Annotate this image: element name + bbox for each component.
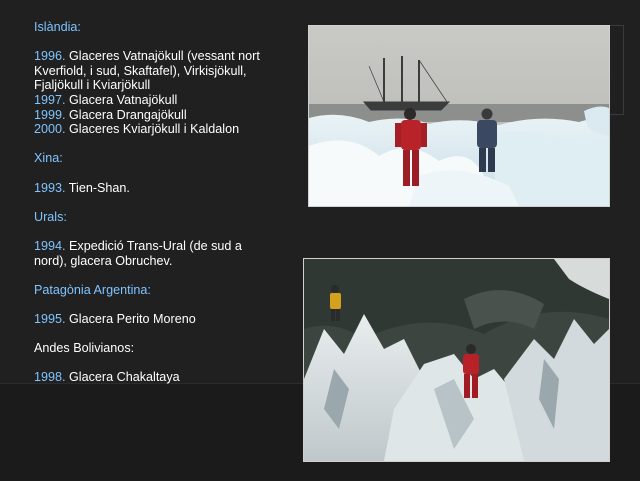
- entry-year: 2000.: [34, 122, 66, 137]
- entry-text: Glacera Chakaltaya: [69, 370, 180, 385]
- entry-islandia-1999: 1999. Glacera Drangajökull: [34, 108, 296, 123]
- entry-year: 1996.: [34, 49, 66, 64]
- entry-text: Glaceres Kviarjökull i Kaldalon: [69, 122, 240, 137]
- entry-islandia-1996: 1996. Glaceres Vatnajökull (vessant nort…: [34, 49, 296, 93]
- entry-urals-1994: 1994. Expedició Trans-Ural (de sud a nor…: [34, 239, 272, 268]
- entry-islandia-1997: 1997. Glacera Vatnajökull: [34, 93, 296, 108]
- entry-patagonia-1995: 1995. Glacera Perito Moreno: [34, 312, 296, 327]
- entry-year: 1997.: [34, 92, 66, 107]
- entry-year: 1998.: [34, 370, 66, 385]
- entry-year: 1995.: [34, 311, 66, 326]
- heading-andes: Andes Bolivianos:: [34, 341, 135, 356]
- entry-text: Glacera Vatnajökull: [69, 92, 178, 107]
- frame-edge: [609, 25, 624, 115]
- entry-text: Glacera Drangajökull: [69, 107, 187, 122]
- entry-xina-1993: 1993. Tien-Shan.: [34, 181, 296, 196]
- entry-text: Expedició Trans-Ural (de sud a nord), gl…: [34, 238, 242, 268]
- entry-text: Glacera Perito Moreno: [69, 311, 196, 326]
- entry-text: Glaceres Vatnajökull (vessant nort Kverf…: [34, 49, 260, 93]
- expedition-list: Islàndia: 1996. Glaceres Vatnajökull (ve…: [34, 20, 296, 385]
- heading-urals: Urals:: [34, 209, 67, 224]
- entry-text: Tien-Shan.: [68, 180, 130, 195]
- heading-patagonia: Patagònia Argentina:: [34, 282, 151, 297]
- entry-year: 1999.: [34, 107, 66, 122]
- heading-xina: Xina:: [34, 151, 63, 166]
- heading-islandia: Islàndia:: [34, 20, 81, 34]
- entry-andes-1998: 1998. Glacera Chakaltaya: [34, 370, 296, 385]
- photo-glacier-climbers: [303, 258, 610, 462]
- photo-sea-ice-ship: [308, 25, 610, 207]
- entry-year: 1993.: [34, 180, 66, 195]
- entry-year: 1994.: [34, 238, 66, 253]
- entry-islandia-2000: 2000. Glaceres Kviarjökull i Kaldalon: [34, 122, 296, 137]
